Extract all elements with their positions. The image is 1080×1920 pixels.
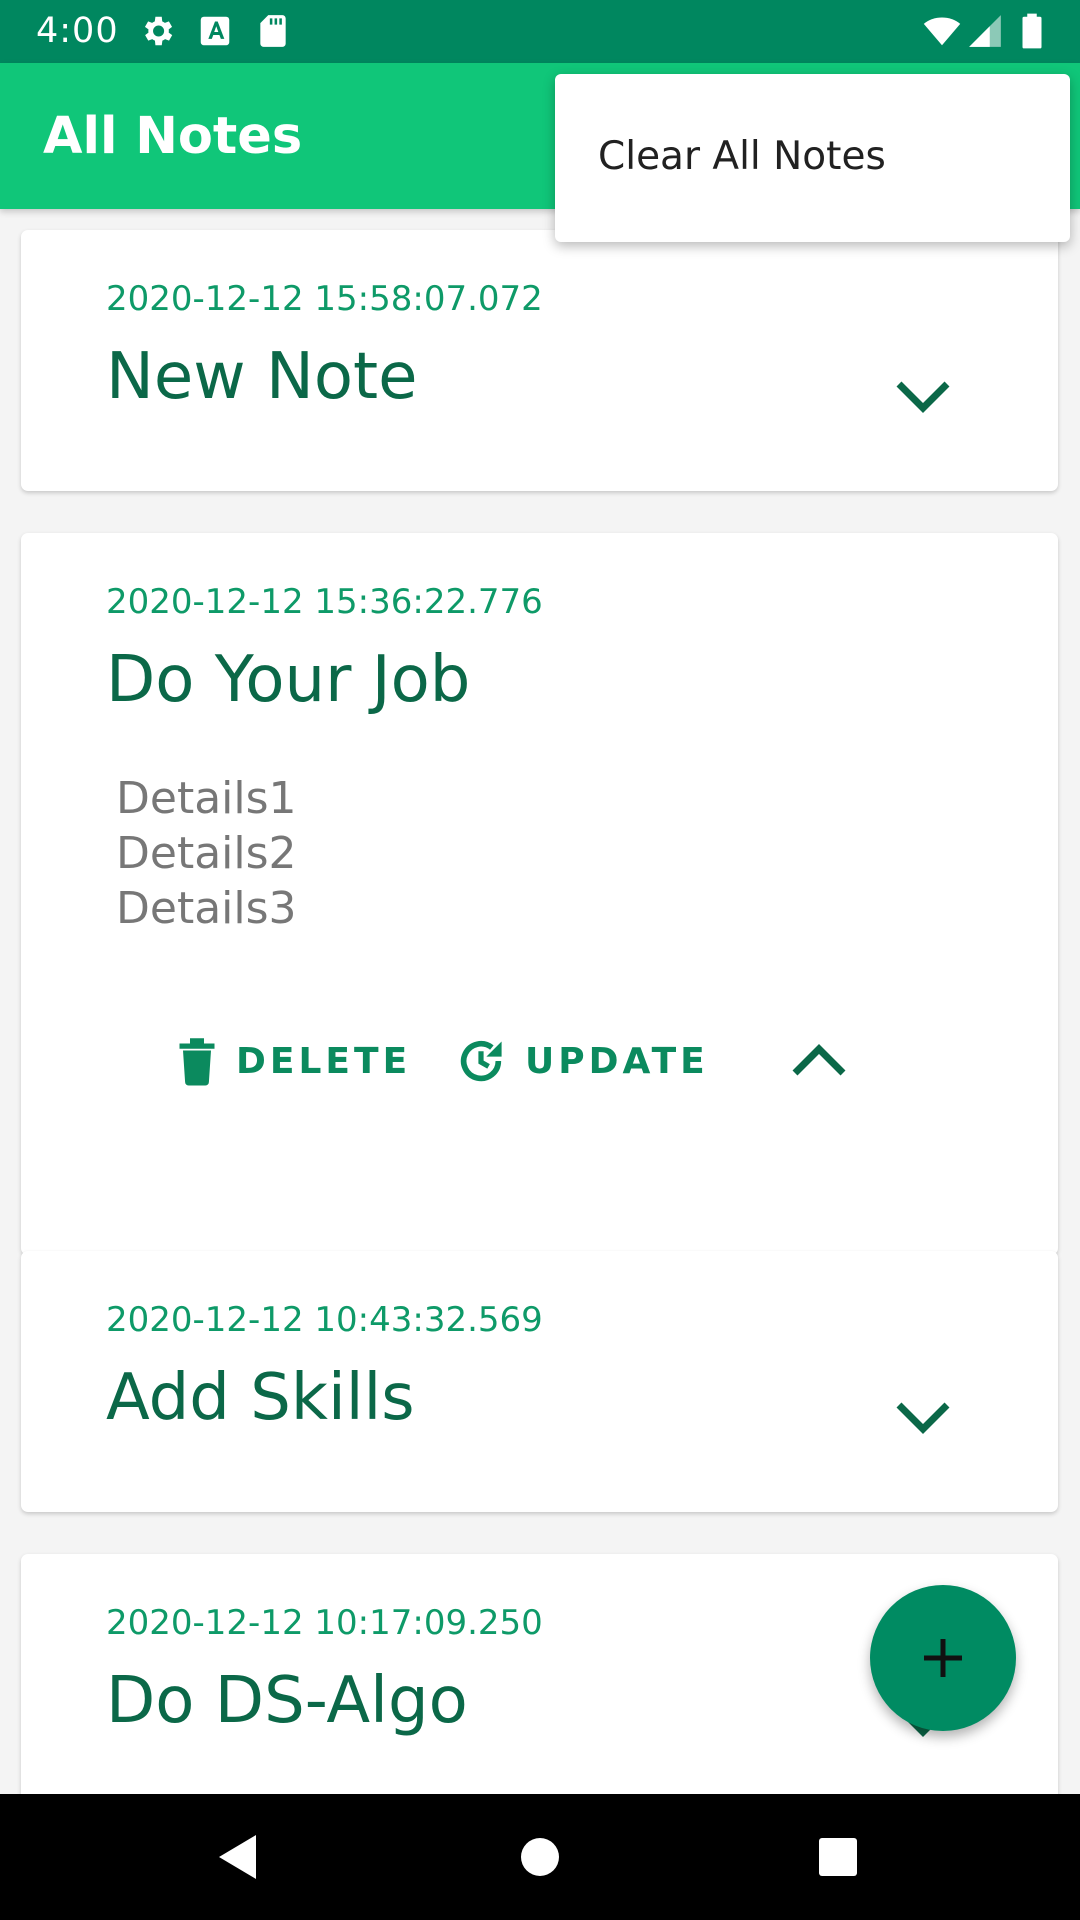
- home-button[interactable]: [510, 1827, 570, 1887]
- back-button[interactable]: [208, 1827, 268, 1887]
- expand-toggle[interactable]: [883, 1387, 963, 1447]
- note-date: 2020-12-12 10:17:09.250: [106, 1603, 543, 1643]
- note-date: 2020-12-12 15:36:22.776: [106, 582, 543, 622]
- chevron-down-icon: [896, 381, 950, 413]
- note-date: 2020-12-12 15:58:07.072: [106, 279, 543, 319]
- note-title: Do Your Job: [106, 643, 471, 717]
- detail-line: Details3: [116, 883, 297, 934]
- delete-button[interactable]: DELETE: [176, 1026, 411, 1096]
- plus-icon: [924, 1639, 962, 1677]
- back-icon: [219, 1835, 256, 1879]
- sd-card-icon: [260, 15, 286, 47]
- detail-line: Details2: [116, 828, 297, 879]
- signal-icon: [969, 15, 1001, 47]
- recents-button[interactable]: [808, 1827, 868, 1887]
- update-icon: [460, 1040, 502, 1082]
- clear-all-notes-menu-item[interactable]: Clear All Notes: [598, 132, 886, 182]
- battery-icon: [1022, 13, 1042, 49]
- note-card[interactable]: 2020-12-12 15:58:07.072 New Note: [21, 230, 1058, 491]
- note-title: Add Skills: [106, 1361, 415, 1435]
- trash-icon: [179, 1038, 215, 1086]
- status-bar: 4:00: [0, 0, 1080, 63]
- status-time: 4:00: [36, 11, 119, 51]
- delete-label: DELETE: [236, 1040, 412, 1082]
- wifi-icon: [923, 17, 961, 46]
- note-card[interactable]: 2020-12-12 10:43:32.569 Add Skills: [21, 1251, 1058, 1512]
- page-title: All Notes: [43, 107, 303, 166]
- note-title: New Note: [106, 340, 418, 414]
- note-details: Details1 Details2 Details3: [116, 771, 297, 936]
- note-date: 2020-12-12 10:43:32.569: [106, 1300, 543, 1340]
- recents-icon: [819, 1838, 857, 1876]
- notes-list[interactable]: 2020-12-12 15:58:07.072 New Note 2020-12…: [0, 209, 1080, 1794]
- detail-line: Details1: [116, 773, 297, 824]
- note-card[interactable]: 2020-12-12 15:36:22.776 Do Your Job Deta…: [21, 533, 1058, 1255]
- collapse-toggle[interactable]: [779, 1031, 859, 1091]
- navigation-bar: [0, 1794, 1080, 1920]
- text-a-icon: [200, 16, 230, 46]
- add-note-button[interactable]: [870, 1585, 1016, 1731]
- expand-toggle[interactable]: [883, 366, 963, 426]
- home-icon: [521, 1838, 559, 1876]
- note-title: Do DS-Algo: [106, 1664, 468, 1738]
- update-label: UPDATE: [525, 1040, 709, 1082]
- gear-icon: [144, 16, 173, 46]
- chevron-up-icon: [792, 1044, 846, 1076]
- chevron-down-icon: [896, 1402, 950, 1434]
- update-button[interactable]: UPDATE: [455, 1026, 709, 1096]
- overflow-menu: Clear All Notes: [555, 74, 1070, 242]
